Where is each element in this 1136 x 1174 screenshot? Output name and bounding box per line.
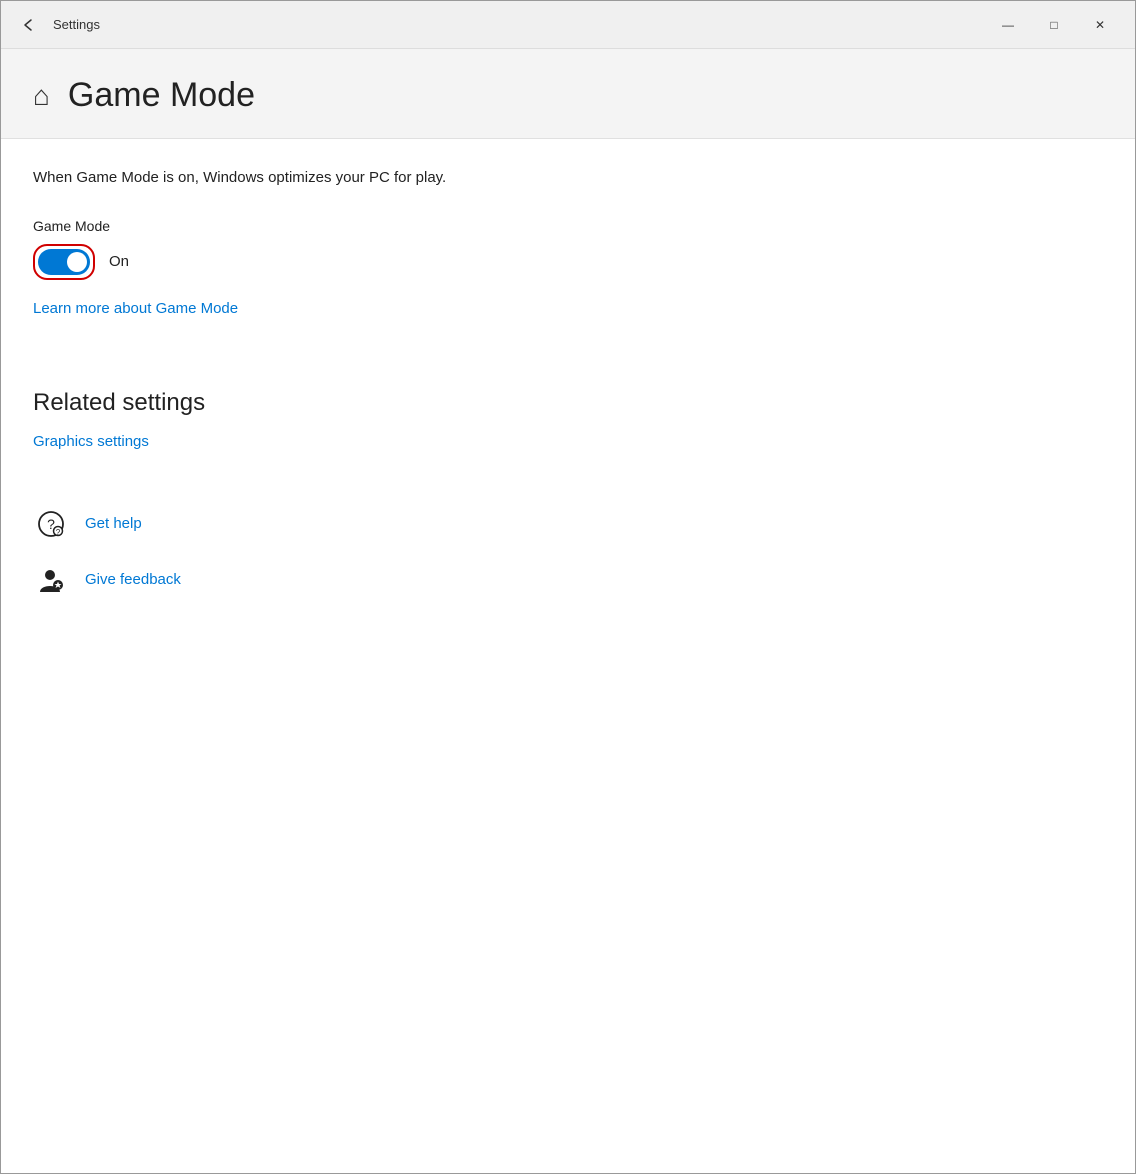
svg-text:?: ?: [56, 528, 61, 537]
graphics-settings-link[interactable]: Graphics settings: [33, 433, 149, 450]
game-mode-label: Game Mode: [33, 218, 1103, 234]
maximize-button[interactable]: □: [1031, 9, 1077, 41]
game-mode-toggle[interactable]: [38, 249, 90, 275]
give-feedback-item[interactable]: Give feedback: [33, 562, 1103, 598]
minimize-button[interactable]: —: [985, 9, 1031, 41]
page-header: ⌂ Game Mode: [1, 49, 1135, 139]
get-help-item[interactable]: ? ? Get help: [33, 506, 1103, 542]
page-title: Game Mode: [68, 77, 255, 114]
window: Settings — □ ✕ ⌂ Game Mode When Game Mod…: [0, 0, 1136, 1174]
title-bar: Settings — □ ✕: [1, 1, 1135, 49]
help-section: ? ? Get help: [33, 506, 1103, 598]
window-title: Settings: [53, 17, 985, 32]
get-help-icon: ? ?: [33, 506, 69, 542]
learn-more-link[interactable]: Learn more about Game Mode: [33, 300, 238, 317]
feedback-person-icon: [37, 566, 65, 594]
back-button[interactable]: [13, 9, 45, 41]
content-area: When Game Mode is on, Windows optimizes …: [1, 139, 1135, 1173]
toggle-row: On: [33, 244, 1103, 280]
question-bubble-icon: ? ?: [37, 510, 65, 538]
give-feedback-icon: [33, 562, 69, 598]
description-text: When Game Mode is on, Windows optimizes …: [33, 167, 1103, 190]
back-icon: [22, 18, 36, 32]
give-feedback-link[interactable]: Give feedback: [85, 571, 181, 588]
toggle-state-label: On: [109, 253, 129, 270]
related-settings-title: Related settings: [33, 389, 1103, 417]
toggle-knob: [67, 252, 87, 272]
home-icon: ⌂: [33, 82, 50, 110]
get-help-link[interactable]: Get help: [85, 515, 142, 532]
toggle-highlight: [33, 244, 95, 280]
close-button[interactable]: ✕: [1077, 9, 1123, 41]
window-controls: — □ ✕: [985, 9, 1123, 41]
